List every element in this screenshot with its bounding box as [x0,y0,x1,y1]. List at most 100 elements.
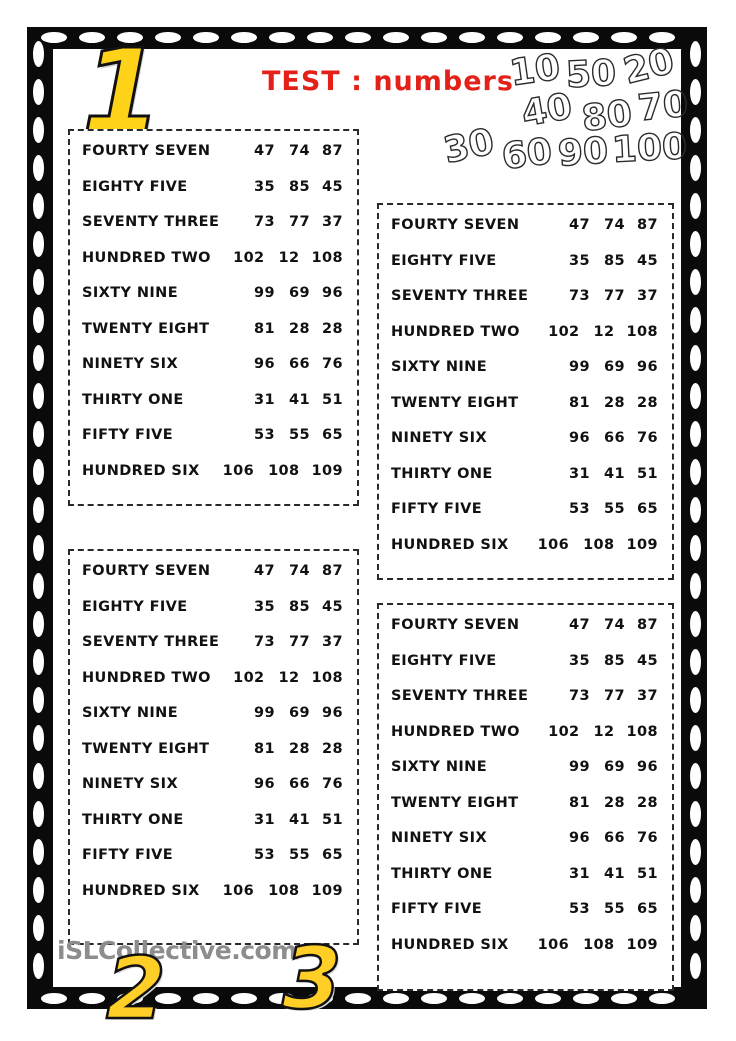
exercise-option-choice[interactable]: 99 [569,359,590,375]
exercise-option-choice[interactable]: 99 [254,705,275,721]
exercise-option-choice[interactable]: 74 [289,563,310,579]
exercise-option-choice[interactable]: 81 [569,795,590,811]
exercise-option-choice[interactable]: 37 [637,688,658,704]
exercise-option-choice[interactable]: 73 [254,214,275,230]
exercise-option-choice[interactable]: 74 [289,143,310,159]
exercise-option-choice[interactable]: 109 [627,537,658,553]
exercise-option-choice[interactable]: 87 [322,563,343,579]
exercise-option-choice[interactable]: 51 [322,812,343,828]
exercise-option-choice[interactable]: 96 [569,430,590,446]
exercise-option-choice[interactable]: 66 [604,430,625,446]
exercise-option-choice[interactable]: 108 [583,937,614,953]
exercise-option-choice[interactable]: 28 [322,321,343,337]
exercise-option-choice[interactable]: 81 [254,321,275,337]
exercise-option-choice[interactable]: 47 [254,143,275,159]
exercise-option-choice[interactable]: 31 [254,392,275,408]
exercise-option-choice[interactable]: 41 [289,812,310,828]
exercise-option-choice[interactable]: 51 [322,392,343,408]
exercise-option-choice[interactable]: 102 [233,670,264,686]
exercise-option-choice[interactable]: 35 [569,653,590,669]
exercise-option-choice[interactable]: 102 [233,250,264,266]
exercise-option-choice[interactable]: 73 [569,688,590,704]
exercise-option-choice[interactable]: 99 [254,285,275,301]
exercise-option-choice[interactable]: 77 [604,288,625,304]
exercise-option-choice[interactable]: 28 [289,321,310,337]
exercise-option-choice[interactable]: 85 [289,179,310,195]
exercise-option-choice[interactable]: 74 [604,217,625,233]
exercise-option-choice[interactable]: 65 [637,501,658,517]
exercise-option-choice[interactable]: 87 [322,143,343,159]
exercise-option-choice[interactable]: 66 [289,356,310,372]
exercise-option-choice[interactable]: 53 [569,901,590,917]
exercise-option-choice[interactable]: 66 [289,776,310,792]
exercise-option-choice[interactable]: 55 [289,427,310,443]
exercise-option-choice[interactable]: 31 [254,812,275,828]
exercise-option-choice[interactable]: 55 [289,847,310,863]
exercise-option-choice[interactable]: 106 [223,463,254,479]
exercise-option-choice[interactable]: 109 [312,883,343,899]
exercise-option-choice[interactable]: 53 [569,501,590,517]
exercise-option-choice[interactable]: 69 [604,759,625,775]
exercise-option-choice[interactable]: 76 [637,830,658,846]
exercise-option-choice[interactable]: 96 [322,705,343,721]
exercise-option-choice[interactable]: 73 [254,634,275,650]
exercise-option-choice[interactable]: 77 [604,688,625,704]
exercise-option-choice[interactable]: 55 [604,901,625,917]
exercise-option-choice[interactable]: 81 [569,395,590,411]
exercise-option-choice[interactable]: 76 [322,356,343,372]
exercise-option-choice[interactable]: 81 [254,741,275,757]
exercise-option-choice[interactable]: 102 [548,324,579,340]
exercise-option-choice[interactable]: 41 [604,866,625,882]
exercise-option-choice[interactable]: 37 [322,634,343,650]
exercise-option-choice[interactable]: 55 [604,501,625,517]
exercise-option-choice[interactable]: 12 [279,670,300,686]
exercise-option-choice[interactable]: 28 [637,395,658,411]
exercise-option-choice[interactable]: 69 [604,359,625,375]
exercise-option-choice[interactable]: 65 [637,901,658,917]
exercise-option-choice[interactable]: 108 [312,670,343,686]
exercise-option-choice[interactable]: 73 [569,288,590,304]
exercise-option-choice[interactable]: 106 [538,937,569,953]
exercise-option-choice[interactable]: 31 [569,866,590,882]
exercise-option-choice[interactable]: 96 [637,759,658,775]
exercise-option-choice[interactable]: 69 [289,705,310,721]
exercise-option-choice[interactable]: 76 [637,430,658,446]
exercise-option-choice[interactable]: 96 [569,830,590,846]
exercise-option-choice[interactable]: 37 [637,288,658,304]
exercise-option-choice[interactable]: 66 [604,830,625,846]
exercise-option-choice[interactable]: 65 [322,847,343,863]
exercise-option-choice[interactable]: 47 [254,563,275,579]
exercise-option-choice[interactable]: 47 [569,617,590,633]
exercise-option-choice[interactable]: 96 [254,356,275,372]
exercise-option-choice[interactable]: 53 [254,427,275,443]
exercise-option-choice[interactable]: 96 [322,285,343,301]
exercise-option-choice[interactable]: 102 [548,724,579,740]
exercise-option-choice[interactable]: 87 [637,617,658,633]
exercise-option-choice[interactable]: 28 [322,741,343,757]
exercise-option-choice[interactable]: 28 [289,741,310,757]
exercise-option-choice[interactable]: 47 [569,217,590,233]
exercise-option-choice[interactable]: 37 [322,214,343,230]
exercise-option-choice[interactable]: 106 [223,883,254,899]
exercise-option-choice[interactable]: 109 [312,463,343,479]
exercise-option-choice[interactable]: 28 [637,795,658,811]
exercise-option-choice[interactable]: 41 [289,392,310,408]
exercise-option-choice[interactable]: 12 [279,250,300,266]
exercise-option-choice[interactable]: 53 [254,847,275,863]
exercise-option-choice[interactable]: 41 [604,466,625,482]
exercise-option-choice[interactable]: 85 [604,253,625,269]
exercise-option-choice[interactable]: 74 [604,617,625,633]
exercise-option-choice[interactable]: 109 [627,937,658,953]
exercise-option-choice[interactable]: 108 [627,724,658,740]
exercise-option-choice[interactable]: 99 [569,759,590,775]
exercise-option-choice[interactable]: 51 [637,866,658,882]
exercise-option-choice[interactable]: 45 [637,253,658,269]
exercise-option-choice[interactable]: 108 [312,250,343,266]
exercise-option-choice[interactable]: 76 [322,776,343,792]
exercise-option-choice[interactable]: 45 [637,653,658,669]
exercise-option-choice[interactable]: 35 [254,599,275,615]
exercise-option-choice[interactable]: 12 [594,324,615,340]
exercise-option-choice[interactable]: 65 [322,427,343,443]
exercise-option-choice[interactable]: 106 [538,537,569,553]
exercise-option-choice[interactable]: 28 [604,395,625,411]
